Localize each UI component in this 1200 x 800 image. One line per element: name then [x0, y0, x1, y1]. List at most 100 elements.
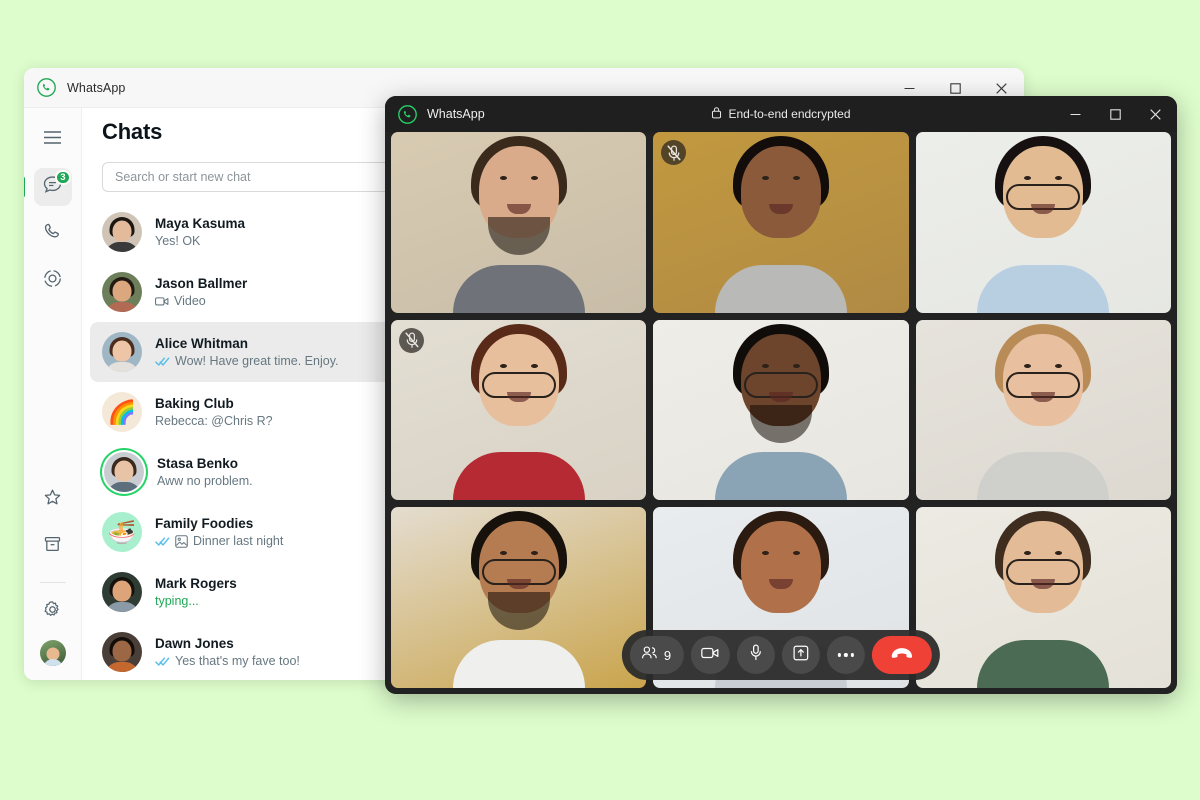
participant-tile[interactable]: [391, 132, 647, 313]
participant-tile[interactable]: [391, 507, 647, 688]
participant-eye-right: [530, 176, 538, 180]
gear-icon: [43, 600, 62, 624]
participant-tile[interactable]: [391, 319, 647, 501]
video-stage: 9: [385, 132, 1177, 694]
participant-eye-right: [792, 363, 800, 368]
participant-eye-left: [761, 363, 769, 368]
close-icon[interactable]: [1135, 96, 1175, 132]
avatar-body: [107, 482, 141, 492]
phone-icon: [43, 222, 62, 246]
nav-rail: 3: [24, 108, 82, 680]
participants-count: 9: [663, 647, 672, 663]
chat-item-message: Dinner last night: [193, 534, 284, 548]
participant-video: [915, 319, 1171, 501]
participant-video: [391, 319, 647, 501]
avatar[interactable]: [102, 572, 142, 612]
participant-video: [391, 507, 647, 688]
avatar-body: [105, 662, 139, 672]
archive-icon: [43, 535, 62, 559]
participant-grid: [391, 132, 1171, 688]
avatar[interactable]: [102, 272, 142, 312]
more-options-button[interactable]: [827, 636, 866, 674]
participant-tile[interactable]: [653, 132, 909, 313]
toggle-camera-button[interactable]: [691, 636, 731, 674]
video-camera-icon: [701, 646, 720, 665]
avatar-face: [112, 640, 132, 662]
participant-eye-left: [499, 176, 507, 180]
participant-video: [391, 132, 647, 313]
maximize-icon[interactable]: [1095, 96, 1135, 132]
call-window-controls: [1055, 96, 1175, 132]
minimize-icon[interactable]: [1055, 96, 1095, 132]
muted-microphone-icon: [399, 327, 424, 353]
participant-video: [915, 507, 1171, 688]
video-camera-icon: [155, 296, 169, 307]
avatar-face: [112, 580, 132, 602]
image-icon: [175, 534, 188, 548]
sidebar-item-chats[interactable]: 3: [24, 168, 72, 206]
avatar-body: [105, 302, 139, 312]
participant-face: [740, 521, 821, 614]
star-icon: [43, 488, 62, 512]
chat-item-message: typing...: [155, 594, 199, 608]
microphone-icon: [749, 644, 763, 666]
call-app-title: WhatsApp: [427, 107, 485, 121]
participant-tile[interactable]: [915, 319, 1171, 501]
avatar[interactable]: [104, 452, 144, 492]
participant-tile[interactable]: [653, 319, 909, 501]
hamburger-menu-button[interactable]: [34, 121, 72, 159]
avatar[interactable]: 🍜: [102, 512, 142, 552]
chats-unread-badge: 3: [55, 170, 71, 185]
chats-app-title: WhatsApp: [67, 80, 126, 95]
avatar-face: [114, 460, 134, 482]
avatar-face: [112, 340, 132, 362]
sidebar-item-settings[interactable]: [34, 593, 72, 631]
participant-eye-left: [499, 363, 507, 368]
participant-eye-right: [792, 176, 800, 180]
avatar-body: [105, 602, 139, 612]
call-control-bar: 9: [621, 630, 941, 680]
avatar-face: [112, 220, 132, 242]
sidebar-item-status[interactable]: [34, 262, 72, 300]
end-call-button[interactable]: [872, 636, 933, 674]
lock-icon: [711, 106, 722, 122]
encryption-label: End-to-end endcrypted: [728, 107, 851, 121]
participant-tile[interactable]: [915, 507, 1171, 688]
chat-item-message: Aww no problem.: [157, 474, 253, 488]
sidebar-item-starred[interactable]: [34, 481, 72, 519]
participant-face: [740, 146, 821, 238]
hamburger-menu-icon: [43, 130, 62, 150]
participant-eye-left: [761, 176, 769, 180]
chat-item-message: Rebecca: @Chris R?: [155, 414, 273, 428]
participant-video: [653, 132, 909, 313]
participant-eye-right: [530, 363, 538, 368]
participant-video: [915, 132, 1171, 313]
people-icon: [641, 645, 658, 665]
avatar[interactable]: [102, 632, 142, 672]
avatar[interactable]: 🌈: [102, 392, 142, 432]
participants-button[interactable]: 9: [629, 636, 685, 674]
avatar-body: [105, 362, 139, 372]
whatsapp-logo-icon: [37, 78, 56, 97]
sidebar-item-archived[interactable]: [34, 528, 72, 566]
participant-eye-left: [1024, 363, 1032, 368]
avatar[interactable]: [102, 332, 142, 372]
chat-item-message: Video: [174, 294, 206, 308]
avatar-face: [112, 280, 132, 302]
sidebar-item-calls[interactable]: [34, 215, 72, 253]
chat-item-message: Wow! Have great time. Enjoy.: [175, 354, 339, 368]
video-call-window: WhatsApp End-to-end endcrypted 9: [385, 96, 1177, 694]
avatar-emoji: 🍜: [107, 518, 137, 545]
toggle-mic-button[interactable]: [737, 636, 776, 674]
share-screen-button[interactable]: [782, 636, 821, 674]
share-screen-icon: [793, 645, 809, 666]
participant-video: [653, 319, 909, 501]
profile-avatar[interactable]: [39, 640, 66, 666]
status-circle-icon: [43, 269, 62, 293]
rail-divider: [39, 582, 66, 583]
participant-tile[interactable]: [915, 132, 1171, 313]
avatar-emoji: 🌈: [107, 398, 137, 425]
call-titlebar: WhatsApp End-to-end endcrypted: [385, 96, 1177, 132]
chat-item-message: Yes! OK: [155, 234, 201, 248]
avatar[interactable]: [102, 212, 142, 252]
